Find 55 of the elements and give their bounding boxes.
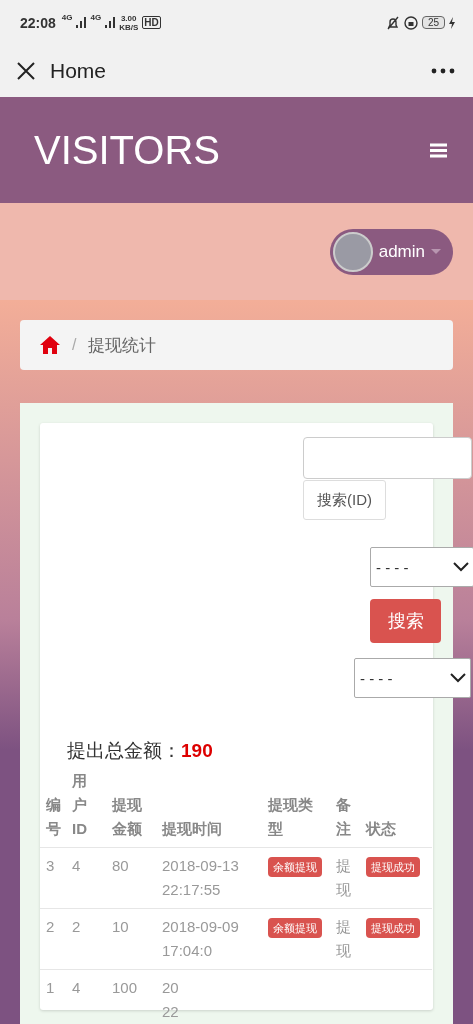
status-badge: 提现成功 — [366, 918, 420, 938]
table-cell: 20 22 — [156, 969, 262, 1024]
signal-icon — [76, 17, 87, 28]
clock-time: 22:08 — [20, 14, 56, 31]
user-menu[interactable]: admin — [329, 228, 453, 275]
table-cell: 100 — [106, 969, 156, 1024]
filter-select[interactable]: - - - - — [370, 547, 473, 587]
breadcrumb-current: 提现统计 — [88, 334, 157, 357]
table-cell: 4 — [66, 847, 106, 909]
table-cell: 2 — [66, 908, 106, 970]
id-input-field[interactable] — [303, 437, 472, 479]
muted-bell-icon — [385, 15, 400, 30]
column-header: 备注 — [330, 766, 360, 848]
site-brand: VISITORS — [34, 127, 220, 173]
avatar-placeholder — [332, 231, 373, 272]
caret-icon — [431, 249, 441, 254]
column-header: 提现金额 — [106, 766, 156, 848]
type-badge: 余额提现 — [268, 857, 322, 877]
search-id-button[interactable]: 搜索(ID) — [303, 480, 386, 520]
table-cell: 2 — [40, 908, 66, 970]
table-cell: 80 — [106, 847, 156, 909]
table-cell: 2018-09-13 22:17:55 — [156, 847, 262, 909]
network-label: 4G — [61, 14, 73, 22]
column-header: 状态 — [360, 766, 432, 848]
chevron-icon — [450, 673, 466, 683]
table-cell: 3 — [40, 847, 66, 909]
menu-icon[interactable] — [430, 142, 447, 158]
network-label: 4G — [90, 14, 102, 22]
type-badge: 余额提现 — [268, 918, 322, 938]
total-label: 提出总金额： — [67, 739, 181, 763]
close-icon[interactable] — [16, 61, 36, 81]
more-icon[interactable] — [431, 68, 455, 74]
home-icon[interactable] — [40, 336, 60, 354]
page-title: Home — [50, 59, 108, 83]
table-cell: 提现 — [330, 847, 360, 909]
column-header: 用户ID — [66, 766, 106, 848]
table-cell: 4 — [66, 969, 106, 1024]
filter-select[interactable]: - - - - — [354, 658, 471, 698]
table-cell: 提现 — [330, 908, 360, 970]
signal-icon — [105, 17, 116, 28]
search-button[interactable]: 搜索 — [370, 599, 441, 643]
column-header: 提现时间 — [156, 766, 262, 848]
table-cell: 1 — [40, 969, 66, 1024]
total-value: 190 — [181, 740, 213, 762]
battery-level: 25 — [421, 16, 445, 29]
charging-icon — [449, 16, 455, 29]
chevron-icon — [453, 562, 469, 572]
column-header: 编号 — [40, 766, 66, 848]
table-cell: 10 — [106, 908, 156, 970]
table-cell: 2018-09-09 17:04:0 — [156, 908, 262, 970]
network-speed: 3.00 KB/S — [119, 13, 139, 32]
hd-label: HD — [142, 16, 161, 29]
column-header: 提现类型 — [262, 766, 330, 848]
breadcrumb-separator: / — [72, 336, 77, 354]
status-badge: 提现成功 — [366, 857, 420, 877]
